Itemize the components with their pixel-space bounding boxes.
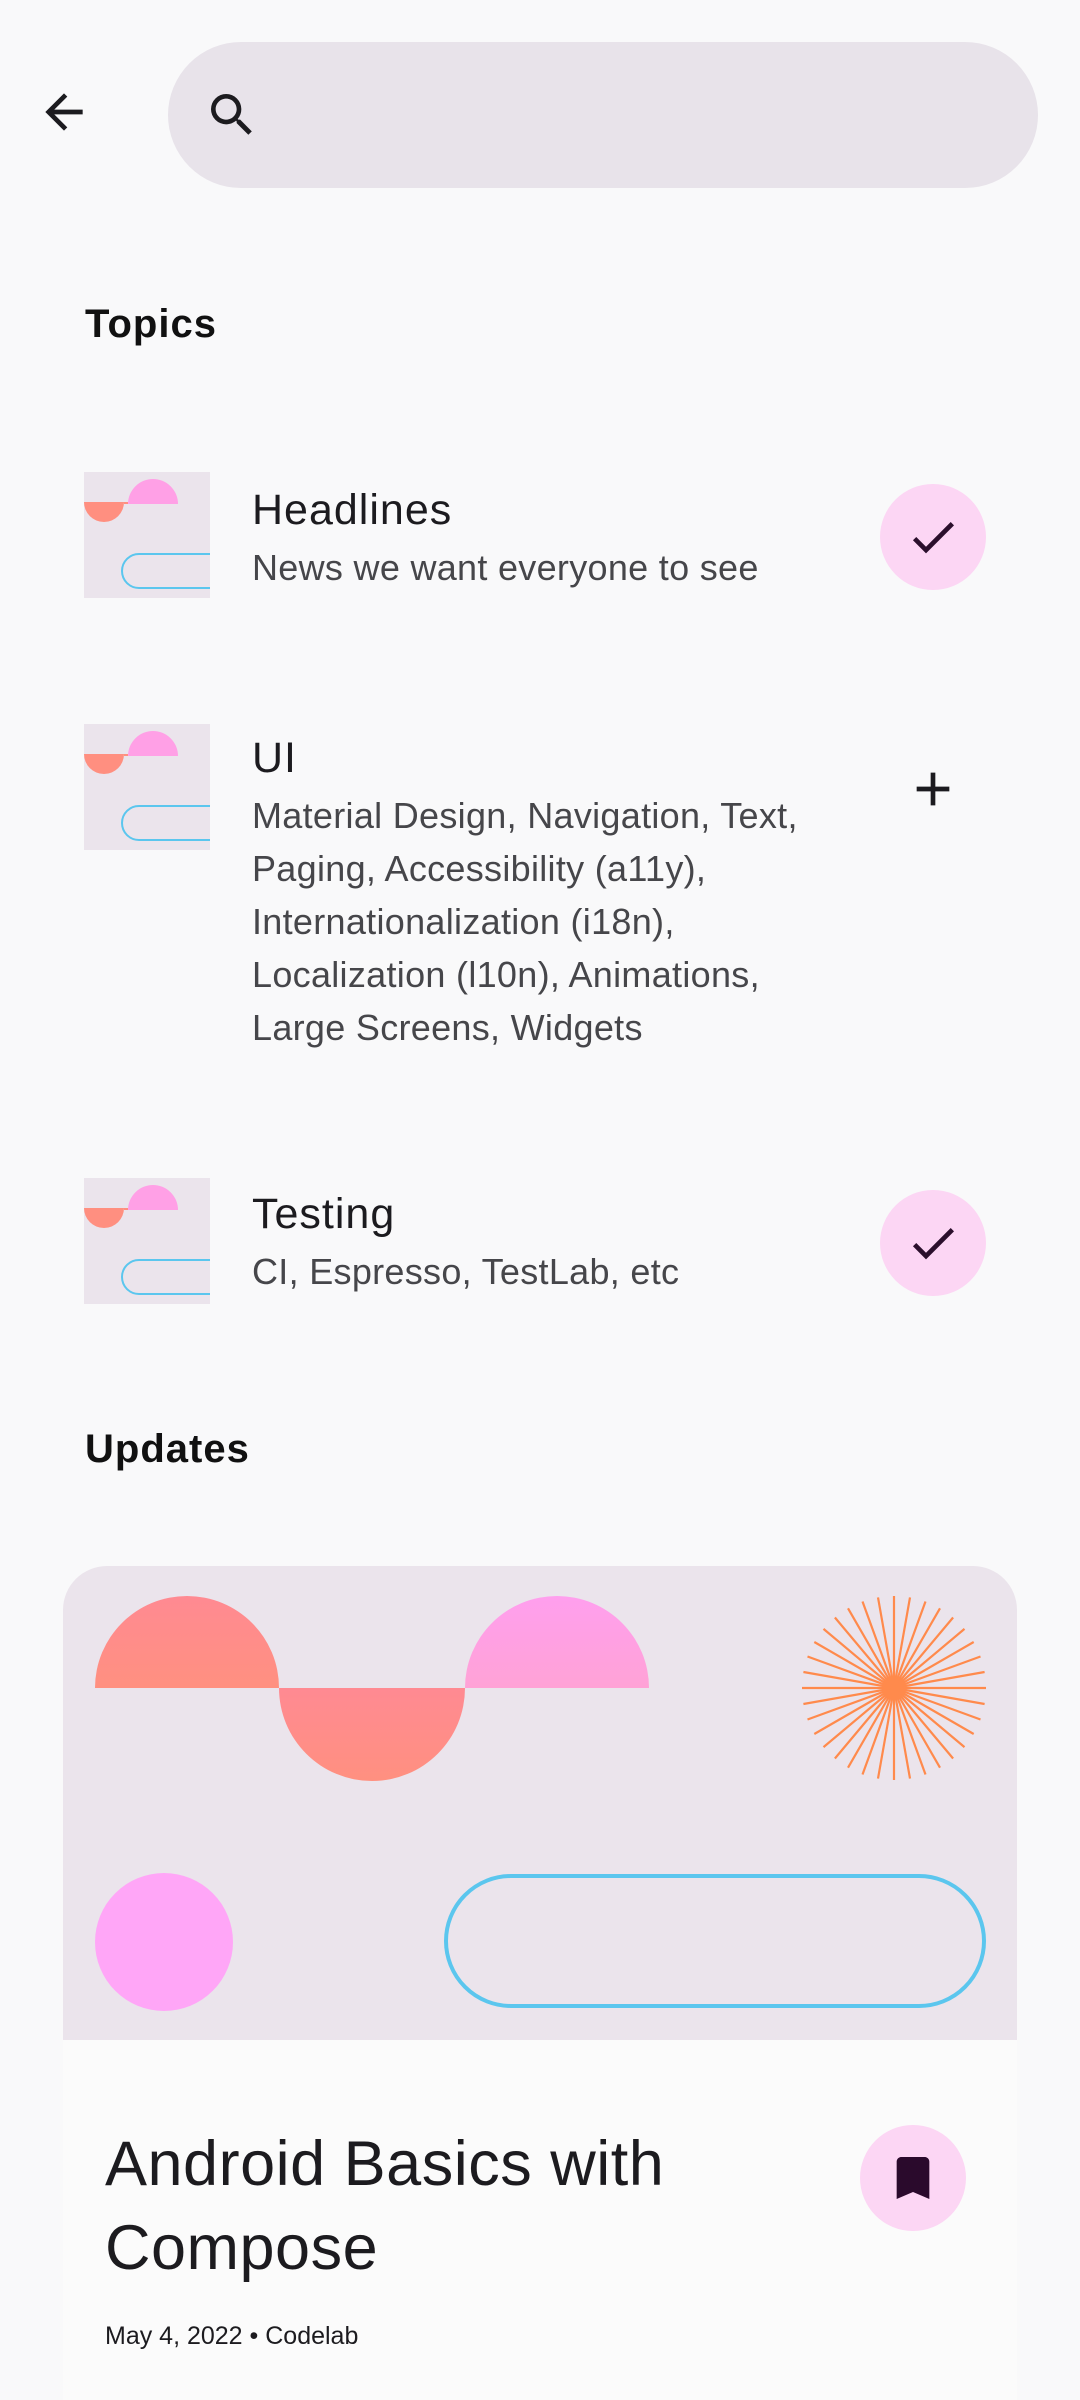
follow-toggle-button[interactable] <box>880 1190 986 1296</box>
topics-header: Topics <box>85 302 217 346</box>
bookmark-icon <box>896 2157 930 2199</box>
back-button[interactable] <box>22 70 106 154</box>
topic-description: CI, Espresso, TestLab, etc <box>252 1251 680 1292</box>
screen: Topics Headlines News we want everyone t… <box>0 0 1080 2400</box>
check-icon <box>912 1228 954 1260</box>
add-icon <box>916 772 950 806</box>
check-icon <box>912 522 954 554</box>
search-icon <box>211 94 252 135</box>
topic-image <box>84 1178 210 1304</box>
topic-row-testing[interactable]: Testing CI, Espresso, TestLab, etc <box>0 1178 1080 1308</box>
news-title: Android Basics with Compose <box>105 2129 665 2283</box>
arrow-back-icon <box>45 93 83 131</box>
topic-image <box>84 724 210 850</box>
news-date-type: May 4, 2022 • Codelab <box>105 2322 359 2350</box>
follow-toggle-button[interactable] <box>880 736 986 842</box>
topic-row-headlines[interactable]: Headlines News we want everyone to see <box>0 472 1080 602</box>
bookmark-button[interactable] <box>860 2125 966 2231</box>
news-header-image <box>63 1566 1017 2040</box>
topic-row-ui[interactable]: UI Material Design, Navigation, Text, Pa… <box>0 724 1080 1054</box>
search-bar[interactable] <box>168 42 1038 188</box>
topic-description: News we want everyone to see <box>252 547 759 588</box>
topic-description: Material Design, Navigation, Text, Pagin… <box>252 795 798 1048</box>
updates-header: Updates <box>85 1427 250 1471</box>
topic-image <box>84 472 210 598</box>
news-resource-card[interactable]: Android Basics with Compose <box>63 1566 1017 2400</box>
topic-title: Testing <box>252 1190 396 1238</box>
search-input[interactable] <box>284 92 998 138</box>
follow-toggle-button[interactable] <box>880 484 986 590</box>
topic-title: Headlines <box>252 486 453 534</box>
topic-title: UI <box>252 734 297 782</box>
